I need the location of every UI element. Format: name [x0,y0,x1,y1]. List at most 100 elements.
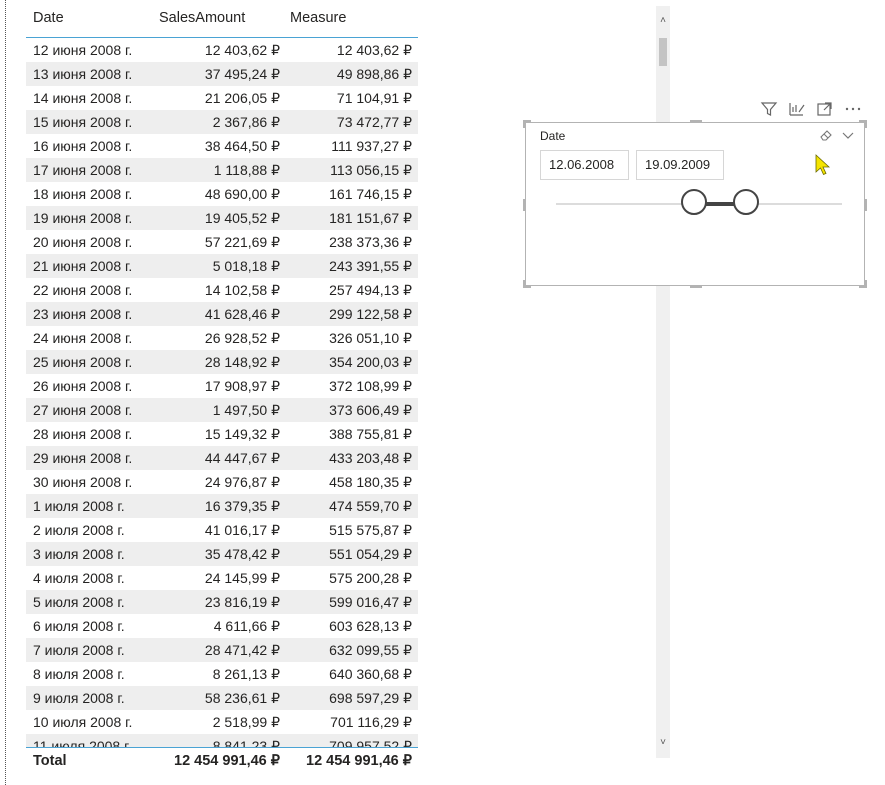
cell-salesamount: 5 018,18 ₽ [212,258,280,274]
table-row[interactable]: 13 июня 2008 г. 37 495,24 ₽ 49 898,86 ₽ [26,62,418,86]
table-row[interactable]: 23 июня 2008 г. 41 628,46 ₽ 299 122,58 ₽ [26,302,418,326]
cell-date: 13 июня 2008 г. [33,66,133,82]
cell-date: 24 июня 2008 г. [33,330,133,346]
column-header-date[interactable]: Date [33,10,64,26]
start-date-input[interactable]: 12.06.2008 [540,150,629,180]
cell-measure: 161 746,15 ₽ [329,186,412,202]
cell-date: 8 июля 2008 г. [33,666,125,682]
scroll-up-icon[interactable]: ˄ [656,14,670,28]
table-row[interactable]: 16 июня 2008 г. 38 464,50 ₽ 111 937,27 ₽ [26,134,418,158]
table-row[interactable]: 20 июня 2008 г. 57 221,69 ₽ 238 373,36 ₽ [26,230,418,254]
slider-end-handle[interactable] [733,189,759,215]
expand-icon[interactable] [814,98,836,120]
resize-handle-top[interactable] [690,120,702,123]
table-body[interactable]: 12 июня 2008 г. 12 403,62 ₽ 12 403,62 ₽ 13 … [26,38,418,747]
scroll-thumb[interactable] [659,38,667,66]
date-range-slicer[interactable]: Date 12.06.2008 19.09.2009 [523,120,867,288]
cell-measure: 181 151,67 ₽ [329,210,412,226]
table-row[interactable]: 3 июля 2008 г. 35 478,42 ₽ 551 054,29 ₽ [26,542,418,566]
resize-handle-bottom-right-v[interactable] [864,280,867,288]
table-row[interactable]: 1 июля 2008 г. 16 379,35 ₽ 474 559,70 ₽ [26,494,418,518]
table-row[interactable]: 28 июня 2008 г. 15 149,32 ₽ 388 755,81 ₽ [26,422,418,446]
table-row[interactable]: 27 июня 2008 г. 1 497,50 ₽ 373 606,49 ₽ [26,398,418,422]
table-row[interactable]: 10 июля 2008 г. 2 518,99 ₽ 701 116,29 ₽ [26,710,418,734]
table-row[interactable]: 4 июля 2008 г. 24 145,99 ₽ 575 200,28 ₽ [26,566,418,590]
cell-salesamount: 16 379,35 ₽ [204,498,280,514]
table-row[interactable]: 12 июня 2008 г. 12 403,62 ₽ 12 403,62 ₽ [26,38,418,62]
cell-measure: 603 628,13 ₽ [329,618,412,634]
column-header-measure[interactable]: Measure [290,10,346,26]
resize-handle-top-right-v[interactable] [864,120,867,128]
table-row[interactable]: 14 июня 2008 г. 21 206,05 ₽ 71 104,91 ₽ [26,86,418,110]
eraser-icon[interactable] [818,127,834,143]
table-row[interactable]: 11 июля 2008 г. 8 841,23 ₽ 709 957,52 ₽ [26,734,418,747]
scroll-down-icon[interactable]: ˅ [656,736,670,750]
sales-table[interactable]: Date SalesAmount Measure 12 июня 2008 г.… [26,0,418,785]
table-row[interactable]: 25 июня 2008 г. 28 148,92 ₽ 354 200,03 ₽ [26,350,418,374]
more-options-icon[interactable] [842,98,864,120]
focus-mode-icon[interactable] [786,98,808,120]
resize-handle-top-left-v[interactable] [523,120,526,128]
table-row[interactable]: 24 июня 2008 г. 26 928,52 ₽ 326 051,10 ₽ [26,326,418,350]
table-row[interactable]: 8 июля 2008 г. 8 261,13 ₽ 640 360,68 ₽ [26,662,418,686]
table-row[interactable]: 19 июня 2008 г. 19 405,52 ₽ 181 151,67 ₽ [26,206,418,230]
slider-start-handle[interactable] [681,189,707,215]
resize-handle-right[interactable] [864,199,867,211]
cell-measure: 113 056,15 ₽ [330,162,412,178]
cell-salesamount: 12 403,62 ₽ [204,42,280,58]
cell-measure: 551 054,29 ₽ [329,546,412,562]
cell-salesamount: 21 206,05 ₽ [204,90,280,106]
table-row[interactable]: 18 июня 2008 г. 48 690,00 ₽ 161 746,15 ₽ [26,182,418,206]
table-row[interactable]: 17 июня 2008 г. 1 118,88 ₽ 113 056,15 ₽ [26,158,418,182]
cell-date: 19 июня 2008 г. [33,210,133,226]
cell-salesamount: 8 841,23 ₽ [212,738,280,747]
cell-measure: 373 606,49 ₽ [329,402,412,418]
table-row[interactable]: 2 июля 2008 г. 41 016,17 ₽ 515 575,87 ₽ [26,518,418,542]
table-row[interactable]: 6 июля 2008 г. 4 611,66 ₽ 603 628,13 ₽ [26,614,418,638]
cell-measure: 640 360,68 ₽ [329,666,412,682]
table-row[interactable]: 9 июля 2008 г. 58 236,61 ₽ 698 597,29 ₽ [26,686,418,710]
cell-salesamount: 24 976,87 ₽ [204,474,280,490]
cell-salesamount: 24 145,99 ₽ [204,570,280,586]
cell-salesamount: 26 928,52 ₽ [204,330,280,346]
total-salesamount: 12 454 991,46 ₽ [174,753,280,769]
cell-date: 30 июня 2008 г. [33,474,133,490]
table-row[interactable]: 26 июня 2008 г. 17 908,97 ₽ 372 108,99 ₽ [26,374,418,398]
cell-measure: 701 116,29 ₽ [330,714,412,730]
table-row[interactable]: 5 июля 2008 г. 23 816,19 ₽ 599 016,47 ₽ [26,590,418,614]
table-row[interactable]: 29 июня 2008 г. 44 447,67 ₽ 433 203,48 ₽ [26,446,418,470]
resize-handle-bottom-left-v[interactable] [523,280,526,288]
slicer-visual-header [756,98,868,120]
cell-date: 2 июля 2008 г. [33,522,125,538]
cell-measure: 238 373,36 ₽ [329,234,412,250]
end-date-input[interactable]: 19.09.2009 [636,150,724,180]
cell-date: 18 июня 2008 г. [33,186,133,202]
cell-salesamount: 28 471,42 ₽ [204,642,280,658]
cell-measure: 71 104,91 ₽ [336,90,412,106]
table-scrollbar[interactable]: ˄ ˅ [656,6,670,758]
column-header-salesamount[interactable]: SalesAmount [159,10,245,26]
cell-date: 20 июня 2008 г. [33,234,133,250]
cell-salesamount: 15 149,32 ₽ [204,426,280,442]
cell-salesamount: 19 405,52 ₽ [204,210,280,226]
cell-date: 26 июня 2008 г. [33,378,133,394]
resize-handle-bottom[interactable] [690,285,702,288]
cell-measure: 632 099,55 ₽ [329,642,412,658]
table-row[interactable]: 15 июня 2008 г. 2 367,86 ₽ 73 472,77 ₽ [26,110,418,134]
table-row[interactable]: 7 июля 2008 г. 28 471,42 ₽ 632 099,55 ₽ [26,638,418,662]
cell-date: 7 июля 2008 г. [33,642,125,658]
cell-salesamount: 1 497,50 ₽ [212,402,280,418]
cell-date: 25 июня 2008 г. [33,354,133,370]
resize-handle-left[interactable] [523,199,526,211]
table-row[interactable]: 21 июня 2008 г. 5 018,18 ₽ 243 391,55 ₽ [26,254,418,278]
cell-measure: 388 755,81 ₽ [329,426,412,442]
cell-date: 10 июля 2008 г. [33,714,133,730]
cell-salesamount: 2 518,99 ₽ [212,714,280,730]
filter-icon[interactable] [758,98,780,120]
total-divider [26,747,418,748]
mouse-pointer-icon [814,154,832,176]
table-row[interactable]: 22 июня 2008 г. 14 102,58 ₽ 257 494,13 ₽ [26,278,418,302]
table-row[interactable]: 30 июня 2008 г. 24 976,87 ₽ 458 180,35 ₽ [26,470,418,494]
chevron-down-icon[interactable] [840,127,856,143]
cell-measure: 575 200,28 ₽ [329,570,412,586]
